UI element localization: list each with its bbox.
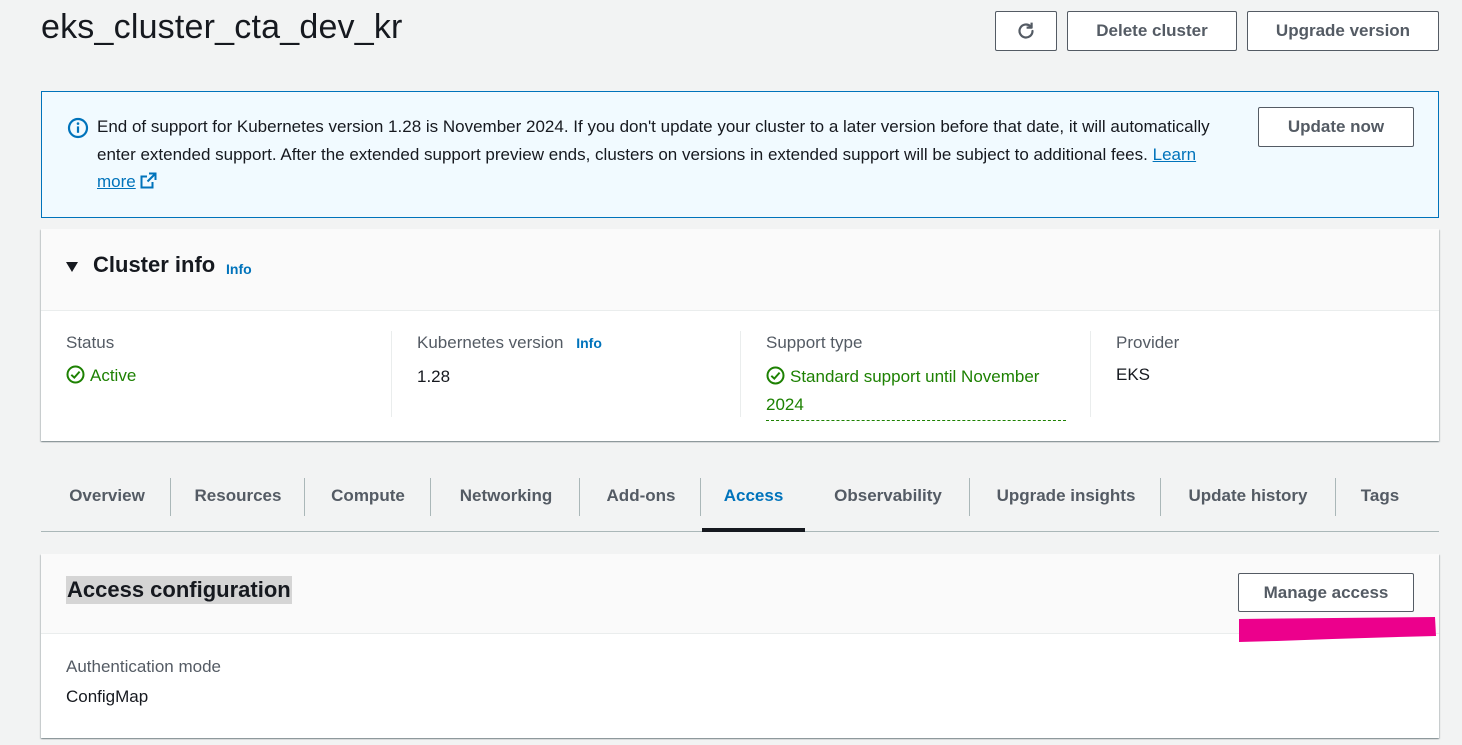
- delete-cluster-button[interactable]: Delete cluster: [1067, 11, 1237, 51]
- authentication-mode-label: Authentication mode: [66, 657, 221, 676]
- support-alert: End of support for Kubernetes version 1.…: [41, 91, 1439, 218]
- highlight-annotation: [1239, 617, 1436, 642]
- status-field: Status Active: [66, 331, 386, 421]
- tab-update-history[interactable]: Update history: [1165, 476, 1331, 516]
- status-label: Status: [66, 333, 115, 352]
- kubernetes-version-field: Kubernetes version Info 1.28: [417, 331, 737, 421]
- cluster-tabs: Overview Resources Compute Networking Ad…: [41, 470, 1439, 532]
- tab-tags[interactable]: Tags: [1340, 476, 1420, 516]
- alert-message-text: End of support for Kubernetes version 1.…: [97, 117, 1210, 164]
- kubernetes-version-info-link[interactable]: Info: [576, 335, 602, 351]
- cluster-info-panel: Cluster info Info Status Active Kubernet…: [41, 229, 1439, 441]
- refresh-icon: [1018, 22, 1034, 39]
- divider: [740, 331, 741, 417]
- info-circle-icon: [67, 117, 89, 139]
- provider-field: Provider EKS: [1116, 331, 1416, 421]
- cluster-info-title: Cluster info: [93, 252, 216, 277]
- cluster-info-header[interactable]: Cluster info Info: [41, 229, 1439, 311]
- support-type-field: Support type Standard support until Nove…: [766, 331, 1086, 421]
- provider-value: EKS: [1116, 365, 1151, 384]
- tab-separator: [579, 478, 580, 516]
- alert-message: End of support for Kubernetes version 1.…: [97, 113, 1217, 196]
- divider: [1090, 331, 1091, 417]
- tab-upgrade-insights[interactable]: Upgrade insights: [974, 476, 1158, 516]
- support-type-label: Support type: [766, 333, 863, 352]
- status-value-text: Active: [90, 366, 137, 385]
- status-value: Active: [66, 365, 136, 386]
- tab-separator: [700, 478, 701, 516]
- tab-resources[interactable]: Resources: [175, 476, 301, 516]
- kubernetes-version-label: Kubernetes version Info: [417, 333, 602, 353]
- active-tab-indicator: [702, 528, 805, 532]
- manage-access-button[interactable]: Manage access: [1238, 573, 1414, 612]
- divider: [391, 331, 392, 417]
- refresh-button[interactable]: [995, 11, 1057, 51]
- tab-separator: [430, 478, 431, 516]
- external-link-icon: [140, 172, 157, 189]
- check-circle-icon: [766, 366, 785, 385]
- cluster-info-info-link[interactable]: Info: [226, 261, 252, 277]
- upgrade-version-button[interactable]: Upgrade version: [1247, 11, 1439, 51]
- tab-separator: [1335, 478, 1336, 516]
- access-configuration-header: Access configuration Manage access: [41, 554, 1439, 634]
- provider-label: Provider: [1116, 333, 1180, 352]
- tab-observability[interactable]: Observability: [807, 476, 969, 516]
- support-type-value[interactable]: Standard support until November 2024: [766, 363, 1066, 421]
- tab-access[interactable]: Access: [702, 476, 805, 516]
- support-type-value-text: Standard support until November 2024: [766, 367, 1040, 414]
- caret-down-icon[interactable]: [65, 261, 79, 273]
- kubernetes-version-value: 1.28: [417, 367, 451, 386]
- tab-networking[interactable]: Networking: [435, 476, 577, 516]
- page-title: eks_cluster_cta_dev_kr: [41, 8, 403, 46]
- tab-overview[interactable]: Overview: [49, 476, 165, 516]
- access-configuration-panel: Access configuration Manage access Authe…: [41, 554, 1439, 738]
- check-circle-icon: [66, 365, 85, 384]
- access-configuration-title: Access configuration: [66, 576, 292, 604]
- tab-separator: [1160, 478, 1161, 516]
- authentication-mode-value: ConfigMap: [66, 687, 149, 706]
- kubernetes-version-label-text: Kubernetes version: [417, 333, 564, 352]
- tab-add-ons[interactable]: Add-ons: [584, 476, 698, 516]
- tab-compute[interactable]: Compute: [309, 476, 427, 516]
- tab-separator: [170, 478, 171, 516]
- tab-separator: [304, 478, 305, 516]
- update-now-button[interactable]: Update now: [1258, 107, 1414, 147]
- tab-separator: [969, 478, 970, 516]
